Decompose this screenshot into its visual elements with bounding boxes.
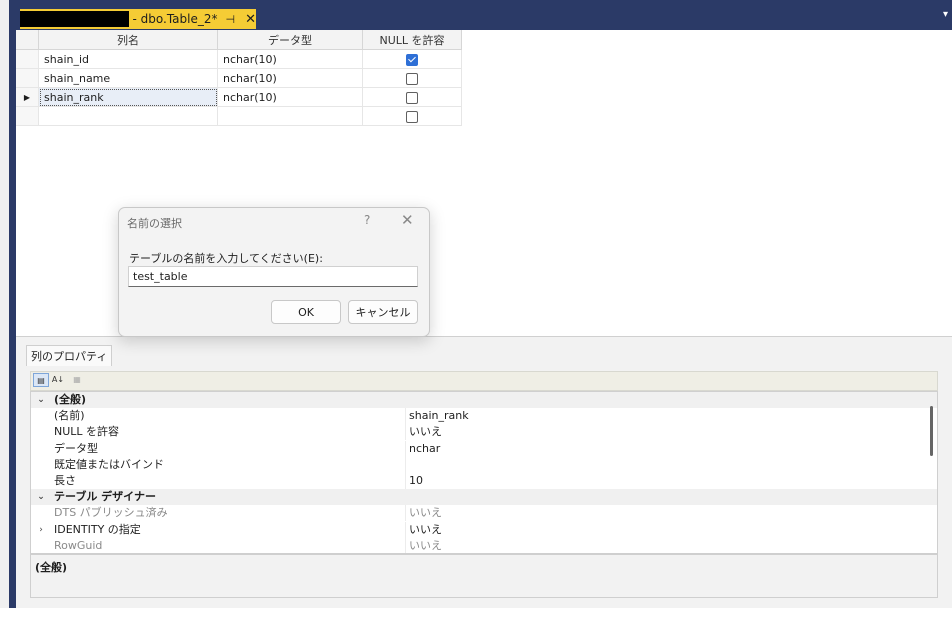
current-row-icon: ▶: [23, 92, 31, 102]
property-value[interactable]: いいえ: [405, 505, 442, 522]
category-row[interactable]: ⌄ (全般): [31, 392, 937, 409]
redacted-server-name: [20, 11, 129, 27]
left-rail: [0, 0, 16, 608]
document-tab-bar: - dbo.Table_2* ⊣ ✕ ▾: [16, 0, 952, 30]
property-name: データ型: [54, 441, 98, 455]
header-allow-null[interactable]: NULL を許容: [362, 30, 462, 50]
property-row[interactable]: データ型 nchar: [31, 440, 937, 457]
property-row[interactable]: 既定値またはバインド: [31, 456, 937, 473]
left-rail-stripe: [9, 0, 16, 608]
property-name: テーブル デザイナー: [54, 490, 156, 504]
dialog-title: 名前の選択: [127, 217, 182, 230]
allow-null-cell[interactable]: [362, 49, 462, 69]
allow-null-checkbox[interactable]: [406, 91, 418, 104]
status-strip: [0, 608, 952, 620]
ok-button[interactable]: OK: [271, 300, 341, 324]
properties-grid: ⌄ (全般) (名前) shain_rank NULL を許容 いいえ データ型…: [30, 391, 938, 554]
allow-null-cell[interactable]: [362, 87, 462, 107]
property-row[interactable]: › IDENTITY の指定 いいえ: [31, 521, 937, 538]
property-name: DTS パブリッシュ済み: [54, 506, 168, 520]
property-row[interactable]: (名前) shain_rank: [31, 408, 937, 425]
close-tab-icon[interactable]: ✕: [245, 12, 256, 27]
data-type-cell[interactable]: nchar(10): [217, 49, 363, 69]
column-name-cell[interactable]: [38, 106, 218, 126]
row-selector-header: [16, 30, 39, 50]
column-name-cell[interactable]: shain_name: [38, 68, 218, 88]
description-pane: (全般): [30, 554, 938, 598]
properties-toolbar: ▤ A↓ ▦: [30, 371, 938, 391]
allow-null-checkbox[interactable]: [406, 72, 418, 85]
property-name: NULL を許容: [54, 425, 120, 439]
property-value[interactable]: いいえ: [405, 521, 442, 538]
property-name: IDENTITY の指定: [54, 522, 141, 536]
sort-alpha-icon[interactable]: A↓: [50, 373, 66, 387]
dialog-prompt: テーブルの名前を入力してください(E):: [129, 252, 323, 265]
pin-icon[interactable]: ⊣: [226, 13, 236, 26]
property-name: RowGuid: [54, 538, 103, 552]
table-row[interactable]: shain_id nchar(10): [16, 49, 462, 69]
tab-column-properties[interactable]: 列のプロパティ: [26, 345, 113, 366]
close-icon[interactable]: ✕: [401, 211, 414, 229]
chevron-down-icon[interactable]: ▾: [943, 9, 948, 20]
column-grid: 列名 データ型 NULL を許容 shain_id nchar(10) shai…: [16, 30, 462, 126]
allow-null-cell[interactable]: [362, 106, 462, 126]
active-document-tab[interactable]: - dbo.Table_2* ⊣ ✕: [20, 9, 256, 29]
categorized-icon[interactable]: ▤: [33, 373, 49, 387]
tab-title: - dbo.Table_2*: [132, 12, 218, 26]
column-properties-panel: 列のプロパティ ▤ A↓ ▦ ⌄ (全般) (名前) shain_rank NU…: [16, 336, 952, 609]
property-name: 既定値またはバインド: [54, 457, 164, 471]
row-selector[interactable]: ▶: [16, 87, 39, 107]
table-row[interactable]: [16, 106, 462, 126]
property-value[interactable]: [405, 456, 409, 473]
row-selector[interactable]: [16, 68, 39, 88]
property-name: 長さ: [54, 473, 76, 487]
column-name-cell[interactable]: shain_id: [38, 49, 218, 69]
property-name: (名前): [54, 409, 85, 423]
chevron-down-icon[interactable]: ⌄: [36, 392, 46, 408]
property-value[interactable]: 10: [405, 472, 423, 489]
header-column-name[interactable]: 列名: [38, 30, 218, 50]
allow-null-checkbox[interactable]: [406, 110, 418, 123]
data-type-cell[interactable]: nchar(10): [217, 87, 363, 107]
category-row[interactable]: ⌄ テーブル デザイナー: [31, 489, 937, 506]
chevron-down-icon[interactable]: ⌄: [36, 489, 46, 505]
choose-name-dialog: 名前の選択 ? ✕ テーブルの名前を入力してください(E): OK キャンセル: [118, 207, 430, 337]
allow-null-checkbox[interactable]: [406, 53, 418, 66]
property-value[interactable]: いいえ: [405, 537, 442, 553]
property-name: (全般): [54, 393, 87, 406]
property-value[interactable]: いいえ: [405, 424, 442, 441]
data-type-cell[interactable]: nchar(10): [217, 68, 363, 88]
property-row[interactable]: RowGuid いいえ: [31, 537, 937, 553]
row-selector[interactable]: [16, 106, 39, 126]
table-row[interactable]: ▶ shain_rank nchar(10): [16, 87, 462, 107]
table-name-input[interactable]: [128, 266, 418, 287]
header-data-type[interactable]: データ型: [217, 30, 363, 50]
property-pages-icon[interactable]: ▦: [69, 373, 85, 387]
data-type-cell[interactable]: [217, 106, 363, 126]
property-row[interactable]: 長さ 10: [31, 472, 937, 489]
row-selector[interactable]: [16, 49, 39, 69]
table-row[interactable]: shain_name nchar(10): [16, 68, 462, 88]
chevron-right-icon[interactable]: ›: [36, 522, 46, 538]
help-icon[interactable]: ?: [364, 213, 370, 227]
description-title: (全般): [35, 561, 68, 574]
property-row[interactable]: NULL を許容 いいえ: [31, 424, 937, 441]
allow-null-cell[interactable]: [362, 68, 462, 88]
column-name-cell[interactable]: shain_rank: [38, 87, 218, 107]
property-row[interactable]: DTS パブリッシュ済み いいえ: [31, 505, 937, 522]
properties-scrollbar[interactable]: [930, 406, 933, 456]
cancel-button[interactable]: キャンセル: [348, 300, 418, 324]
property-value[interactable]: nchar: [405, 440, 440, 457]
property-value[interactable]: shain_rank: [405, 408, 469, 425]
